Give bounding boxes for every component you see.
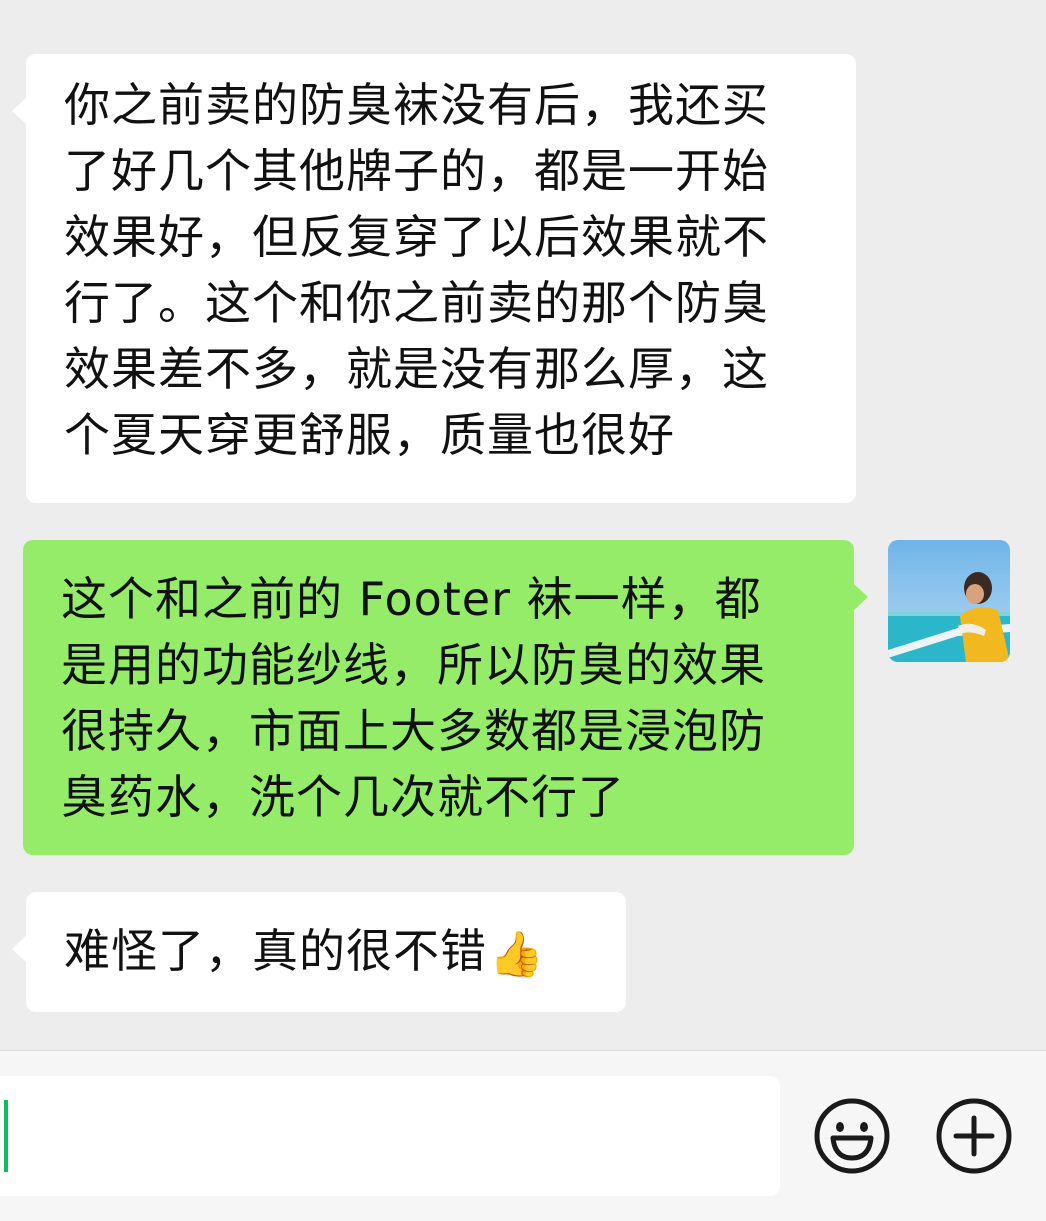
thumbs-up-emoji: 👍 [489,929,545,980]
message-text-line: 你之前卖的防臭袜没有后，我还买 [64,78,769,132]
smiley-face-icon[interactable] [814,1098,890,1174]
message-text-line: 效果好，但反复穿了以后效果就不 [64,210,769,264]
avatar[interactable] [888,540,1010,662]
plus-circle-icon[interactable] [936,1098,1012,1174]
message-text: 难怪了，真的很不错 [64,924,487,978]
incoming-message-bubble[interactable]: 你之前卖的防臭袜没有后，我还买 了好几个其他牌子的，都是一开始 效果好，但反复穿… [12,54,856,503]
message-text-line: 难怪了，真的很不错👍 [64,918,596,988]
chat-area: 你之前卖的防臭袜没有后，我还买 了好几个其他牌子的，都是一开始 效果好，但反复穿… [0,0,1046,1050]
avatar-photo [888,540,1010,662]
message-text-line: 个夏天穿更舒服，质量也很好 [64,408,675,462]
message-text-line: 很持久，市面上大多数都是浸泡防 [61,704,766,758]
message-text-line: 这个和之前的 Footer 袜一样，都 [61,572,762,626]
message-input[interactable] [0,1076,780,1196]
message-text-line: 是用的功能纱线，所以防臭的效果 [61,638,766,692]
message-text-line: 臭药水，洗个几次就不行了 [61,770,625,824]
text-caret [4,1100,8,1172]
message-text-line: 行了。这个和你之前卖的那个防臭 [64,276,769,330]
outgoing-message-bubble[interactable]: 这个和之前的 Footer 袜一样，都 是用的功能纱线，所以防臭的效果 很持久，… [23,540,868,855]
message-text-line: 效果差不多，就是没有那么厚，这 [64,342,769,396]
incoming-message-bubble[interactable]: 难怪了，真的很不错👍 [12,892,626,1012]
message-text-line: 了好几个其他牌子的，都是一开始 [64,144,769,198]
